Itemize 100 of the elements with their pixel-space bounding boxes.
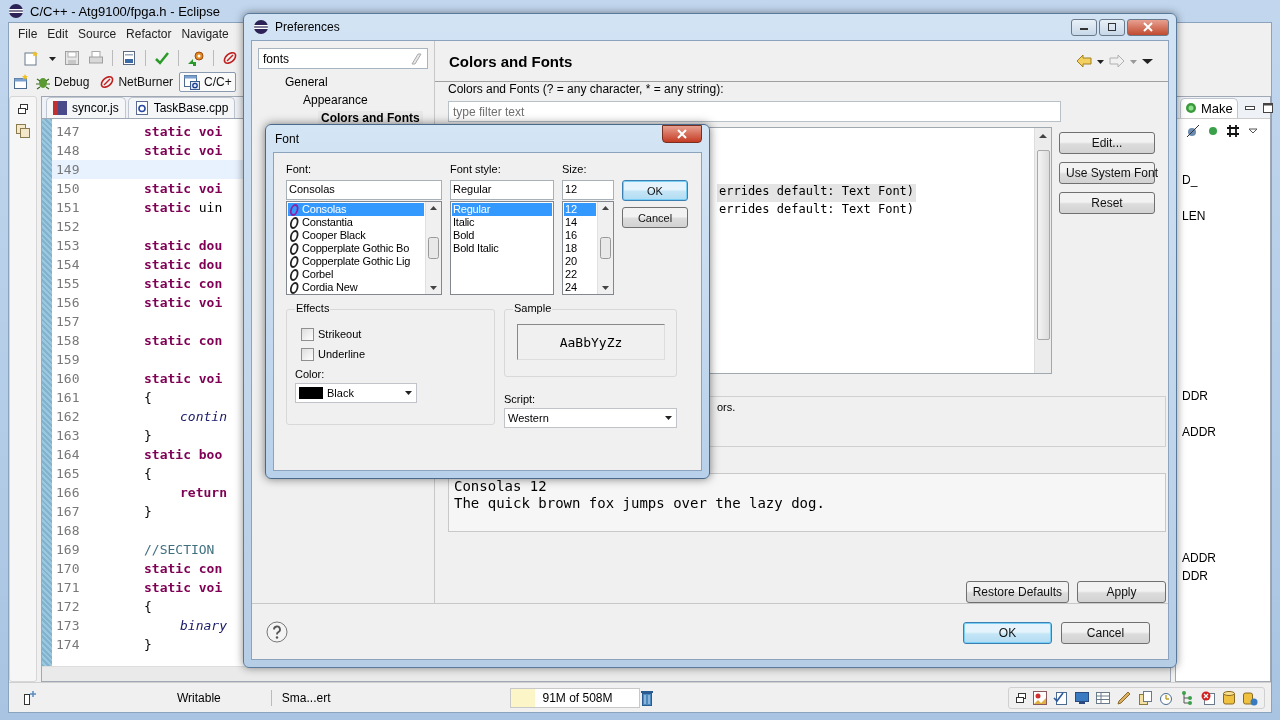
checklist-icon[interactable] <box>1053 689 1069 706</box>
outline-item[interactable]: D_ <box>1182 173 1198 187</box>
filter-field[interactable]: type filter text <box>448 101 1061 122</box>
scroll-down-icon[interactable] <box>430 286 437 290</box>
list-item[interactable]: Corbel <box>288 268 424 281</box>
close-icon[interactable] <box>1143 22 1153 32</box>
button[interactable]: Reset <box>1059 192 1155 214</box>
editor-tab[interactable]: syncor.js <box>46 97 126 118</box>
menu-item[interactable]: Refactor <box>121 25 177 43</box>
text-field[interactable]: 12 <box>562 180 614 200</box>
editor-tab[interactable]: TaskBase.cpp <box>127 97 236 118</box>
button[interactable]: Restore Defaults <box>965 581 1069 603</box>
scroll-thumb-icon[interactable] <box>428 237 439 259</box>
tree-icon[interactable] <box>1179 689 1195 706</box>
save-icon[interactable] <box>64 49 80 66</box>
gear-arrow-icon[interactable] <box>187 49 205 66</box>
list-item[interactable]: Bold <box>452 229 552 242</box>
button[interactable]: Apply <box>1077 581 1166 603</box>
button[interactable]: OK <box>963 621 1052 644</box>
trash-icon[interactable] <box>640 688 655 707</box>
checkbox[interactable]: Underline <box>295 344 486 364</box>
button[interactable]: Edit... <box>1059 132 1155 154</box>
menu-item[interactable]: Navigate <box>176 25 234 43</box>
color-dropdown[interactable]: Black <box>295 383 417 403</box>
view-tab[interactable]: Make <box>1180 97 1238 118</box>
database-info-icon[interactable] <box>1242 689 1258 706</box>
outline-item[interactable]: DDR <box>1182 389 1208 403</box>
list-item[interactable]: 18 <box>564 242 596 255</box>
dropdown-icon[interactable] <box>1248 126 1258 136</box>
text-field[interactable]: Consolas <box>286 180 442 200</box>
list-item[interactable]: Constantia <box>288 216 424 229</box>
print-icon[interactable] <box>88 49 104 66</box>
tree-item[interactable]: Colors and Fonts <box>318 111 423 125</box>
fast-view-icon[interactable] <box>23 689 37 706</box>
scroll-up-icon[interactable] <box>430 206 437 210</box>
perspective-button[interactable]: NetBurner <box>95 71 178 92</box>
maximize-icon[interactable] <box>1107 22 1117 32</box>
tree-item[interactable]: Appearance <box>300 93 371 107</box>
open-perspective-icon[interactable] <box>13 73 29 90</box>
text-field[interactable]: Regular <box>450 180 554 200</box>
back-arrow-icon[interactable] <box>1076 54 1092 68</box>
documents-icon[interactable] <box>1137 689 1153 706</box>
swirl-icon[interactable] <box>222 49 238 66</box>
outline-item[interactable]: DDR <box>1182 569 1208 583</box>
monitor-icon[interactable] <box>1074 689 1090 706</box>
menu-item[interactable]: File <box>13 25 43 43</box>
button[interactable]: Cancel <box>622 207 688 228</box>
font-entry[interactable]: errides default: Text Font) <box>717 202 917 220</box>
font-entry[interactable]: errides default: Text Font) <box>717 184 917 202</box>
list-item[interactable]: Copperplate Gothic Bo <box>288 242 424 255</box>
outline-item[interactable]: LEN <box>1182 209 1206 223</box>
outline-item[interactable]: ADDR <box>1182 551 1216 565</box>
list-item[interactable]: Bold Italic <box>452 242 552 255</box>
database-icon[interactable] <box>1221 689 1237 706</box>
menu-item[interactable]: Source <box>73 25 122 43</box>
close-icon <box>677 129 687 139</box>
scroll-thumb-icon[interactable] <box>600 237 611 259</box>
script-dropdown[interactable]: Western <box>504 408 677 428</box>
binary-file-icon[interactable] <box>121 49 137 66</box>
close-button[interactable] <box>662 125 702 143</box>
line-number: 147 <box>55 124 81 139</box>
dot-icon[interactable] <box>1208 126 1218 136</box>
scroll-up-icon[interactable] <box>1039 133 1047 138</box>
maximize-icon[interactable] <box>1261 101 1274 114</box>
help-icon[interactable] <box>266 620 288 643</box>
tree-item[interactable]: General <box>282 75 331 89</box>
list-item[interactable]: Cordia New <box>288 281 424 294</box>
scroll-up-icon[interactable] <box>602 206 609 210</box>
list-item[interactable]: 20 <box>564 255 596 268</box>
restore-icon[interactable] <box>1015 691 1027 704</box>
swirl-icon[interactable] <box>99 73 116 90</box>
list-item[interactable]: Cooper Black <box>288 229 424 242</box>
code-line: static con <box>143 276 223 291</box>
scroll-down-icon[interactable] <box>602 286 609 290</box>
perspective-button[interactable]: C/C+ <box>179 71 236 92</box>
list-item[interactable]: Italic <box>452 216 552 229</box>
perspective-button[interactable]: Debug <box>31 71 94 92</box>
pen-icon[interactable] <box>1116 689 1132 706</box>
font-type-icon <box>289 216 300 229</box>
button[interactable]: Cancel <box>1061 621 1150 644</box>
menu-item[interactable]: Edit <box>42 25 74 43</box>
dialog-title: Font <box>275 131 299 146</box>
checkbox[interactable]: Strikeout <box>295 324 486 344</box>
list-item[interactable]: 14 <box>564 216 596 229</box>
error-page-icon[interactable] <box>1200 689 1216 706</box>
search-field[interactable]: fonts <box>258 48 428 69</box>
list-item[interactable]: Copperplate Gothic Lig <box>288 255 424 268</box>
scroll-thumb[interactable] <box>1036 150 1050 340</box>
restore-icon[interactable] <box>17 103 29 115</box>
picture-icon[interactable] <box>1032 689 1048 706</box>
table-icon[interactable] <box>1095 689 1111 706</box>
code-line: { <box>143 466 152 481</box>
outline-item[interactable]: ADDR <box>1182 425 1216 439</box>
c-file-window-icon[interactable] <box>183 73 202 90</box>
list-item[interactable]: 16 <box>564 229 596 242</box>
list-item[interactable]: 22 <box>564 268 596 281</box>
button[interactable]: OK <box>622 180 688 201</box>
list-item[interactable]: 24 <box>564 281 596 294</box>
folders-icon[interactable] <box>15 123 31 139</box>
hash-icon[interactable] <box>1226 124 1240 138</box>
